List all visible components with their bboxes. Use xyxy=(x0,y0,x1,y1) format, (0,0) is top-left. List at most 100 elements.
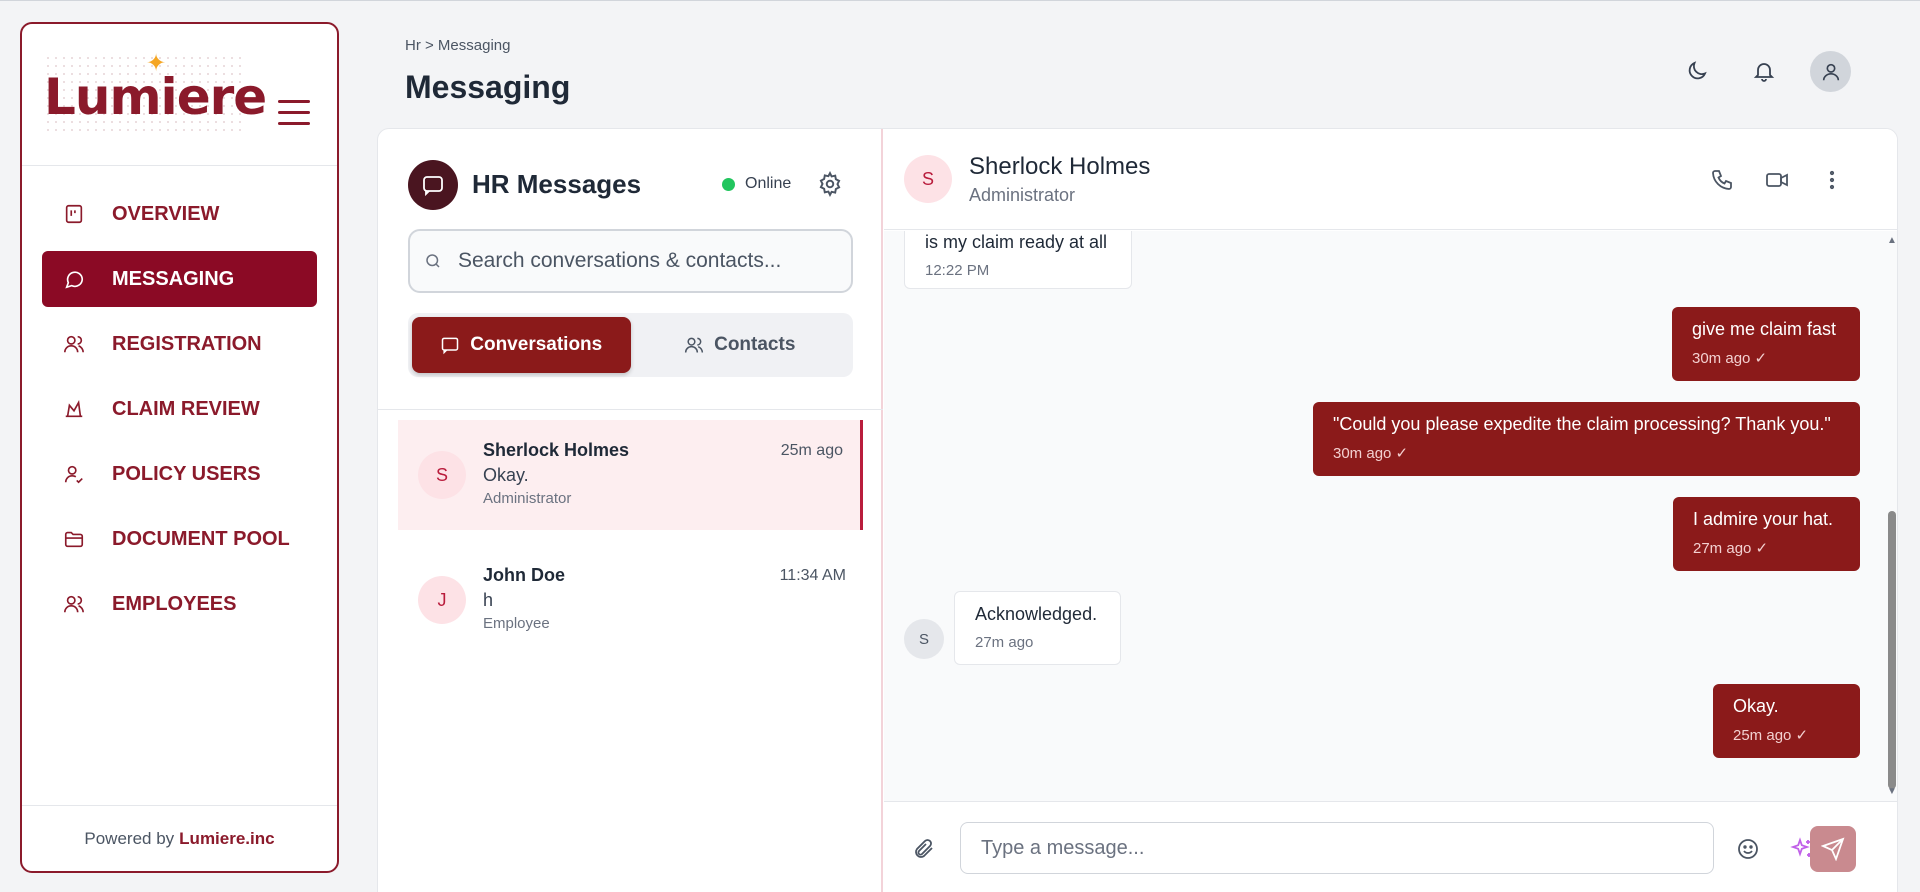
tab-contacts[interactable]: Contacts xyxy=(631,317,850,373)
powered-link[interactable]: Lumiere.inc xyxy=(179,829,274,849)
sidebar-item-registration[interactable]: REGISTRATION xyxy=(42,316,317,372)
message-bubble-incoming: is my claim ready at all 12:22 PM xyxy=(904,231,1132,289)
message-input[interactable] xyxy=(960,822,1714,874)
message-time: 25m ago ✓ xyxy=(1733,727,1809,744)
sidebar-nav: OVERVIEW MESSAGING REGISTRATION CLAIM RE… xyxy=(22,166,337,632)
menu-icon[interactable] xyxy=(278,100,310,126)
message-time: 30m ago ✓ xyxy=(1692,350,1768,367)
scroll-down-icon[interactable]: ▼ xyxy=(1887,786,1897,797)
user-avatar[interactable] xyxy=(1810,51,1851,92)
gear-icon[interactable] xyxy=(817,171,845,199)
search-box xyxy=(408,229,853,293)
paperclip-icon[interactable] xyxy=(909,834,939,864)
overview-icon xyxy=(62,202,86,226)
sidebar-item-employees[interactable]: EMPLOYEES xyxy=(42,576,317,632)
conversations-panel: HR Messages Online Conversations Contact… xyxy=(378,129,883,892)
conversation-role: Administrator xyxy=(483,490,572,507)
conversation-time: 11:34 AM xyxy=(779,567,846,584)
message-text: Acknowledged. xyxy=(975,604,1098,624)
breadcrumb: Hr > Messaging xyxy=(405,37,511,54)
message-bubble-incoming: Acknowledged. 27m ago xyxy=(954,591,1121,665)
conversation-last-message: Okay. xyxy=(483,465,529,485)
conversation-time: 25m ago xyxy=(780,442,843,459)
send-button[interactable] xyxy=(1810,826,1856,872)
status-label: Online xyxy=(745,175,792,192)
message-text: I admire your hat. xyxy=(1693,509,1834,529)
message-icon xyxy=(62,267,86,291)
sidebar-item-label: POLICY USERS xyxy=(112,462,261,485)
message-text: Okay. xyxy=(1733,696,1779,716)
chat-icon xyxy=(442,337,459,355)
message-text: give me claim fast xyxy=(1692,319,1837,339)
contact-name: Sherlock Holmes xyxy=(969,153,1151,180)
bell-icon[interactable] xyxy=(1746,53,1782,89)
message-icon xyxy=(408,160,458,210)
chat-header: S Sherlock Holmes Administrator xyxy=(884,129,1897,230)
emoji-icon[interactable] xyxy=(1733,834,1763,864)
message-time: 30m ago ✓ xyxy=(1333,445,1409,462)
conversation-item[interactable]: S Sherlock Holmes 25m ago Okay. Administ… xyxy=(398,420,863,530)
sidebar-item-overview[interactable]: OVERVIEW xyxy=(42,186,317,242)
sidebar-item-claim-review[interactable]: CLAIM REVIEW xyxy=(42,381,317,437)
message-bubble-outgoing: Okay. 25m ago ✓ xyxy=(1713,684,1860,758)
conversation-name: John Doe xyxy=(483,565,566,585)
panel-tabs: Conversations Contacts xyxy=(408,313,853,377)
message-time: 27m ago xyxy=(975,634,1034,651)
avatar: J xyxy=(418,576,466,624)
tab-conversations[interactable]: Conversations xyxy=(412,317,631,373)
conversation-name: Sherlock Holmes xyxy=(483,440,630,460)
status-dot xyxy=(722,177,735,191)
phone-icon[interactable] xyxy=(1707,165,1737,195)
message-bubble-outgoing: I admire your hat. 27m ago ✓ xyxy=(1673,497,1860,571)
moon-icon[interactable] xyxy=(1679,53,1715,89)
contact-role: Administrator xyxy=(969,185,1076,205)
claim-icon xyxy=(62,397,86,421)
sidebar-item-label: REGISTRATION xyxy=(112,332,262,355)
tab-label: Contacts xyxy=(714,334,796,355)
sidebar-item-label: OVERVIEW xyxy=(112,202,220,225)
avatar: S xyxy=(904,619,944,659)
message-time: 12:22 PM xyxy=(925,262,990,279)
logo-area: Lumiere ✦ xyxy=(22,24,337,166)
more-options-icon[interactable] xyxy=(1817,165,1847,195)
sidebar-item-label: CLAIM REVIEW xyxy=(112,397,260,420)
sidebar: Lumiere ✦ OVERVIEW MESSAGING REGISTRATIO… xyxy=(20,22,339,873)
message-time: 27m ago ✓ xyxy=(1693,540,1769,557)
search-input[interactable] xyxy=(458,249,838,273)
star-icon: ✦ xyxy=(146,50,167,77)
scroll-up-icon[interactable]: ▲ xyxy=(1887,235,1897,246)
scrollbar[interactable]: ▲ ▼ xyxy=(1885,231,1897,801)
chat-panel: S Sherlock Holmes Administrator is my cl… xyxy=(884,129,1897,892)
divider xyxy=(378,409,883,410)
conversation-role: Employee xyxy=(483,615,550,632)
message-composer xyxy=(884,801,1897,892)
message-text: "Could you please expedite the claim pro… xyxy=(1333,414,1831,434)
tab-label: Conversations xyxy=(470,334,603,355)
sidebar-item-label: MESSAGING xyxy=(112,267,235,290)
folder-icon xyxy=(62,527,86,551)
sidebar-item-label: EMPLOYEES xyxy=(112,592,237,615)
powered-prefix: Powered by xyxy=(84,828,175,848)
send-icon xyxy=(1821,837,1845,861)
message-list: is my claim ready at all 12:22 PM give m… xyxy=(884,231,1897,801)
avatar: S xyxy=(418,451,466,499)
avatar: S xyxy=(904,155,952,203)
users-icon xyxy=(62,332,86,356)
online-status: Online xyxy=(722,175,791,193)
video-icon[interactable] xyxy=(1762,165,1792,195)
conversation-item[interactable]: J John Doe 11:34 AM h Employee xyxy=(398,545,863,655)
user-icon xyxy=(1822,63,1839,80)
sidebar-item-messaging[interactable]: MESSAGING xyxy=(42,251,317,307)
sidebar-item-document-pool[interactable]: DOCUMENT POOL xyxy=(42,511,317,567)
users-icon xyxy=(62,592,86,616)
messaging-card: HR Messages Online Conversations Contact… xyxy=(377,128,1898,892)
message-bubble-outgoing: "Could you please expedite the claim pro… xyxy=(1313,402,1860,476)
sidebar-item-policy-users[interactable]: POLICY USERS xyxy=(42,446,317,502)
message-text: is my claim ready at all xyxy=(925,232,1108,252)
users-icon xyxy=(685,337,704,353)
user-check-icon xyxy=(62,462,86,486)
panel-title: HR Messages xyxy=(472,169,642,199)
scrollbar-thumb[interactable] xyxy=(1888,511,1896,789)
page-title: Messaging xyxy=(405,69,571,105)
sidebar-item-label: DOCUMENT POOL xyxy=(112,527,290,550)
